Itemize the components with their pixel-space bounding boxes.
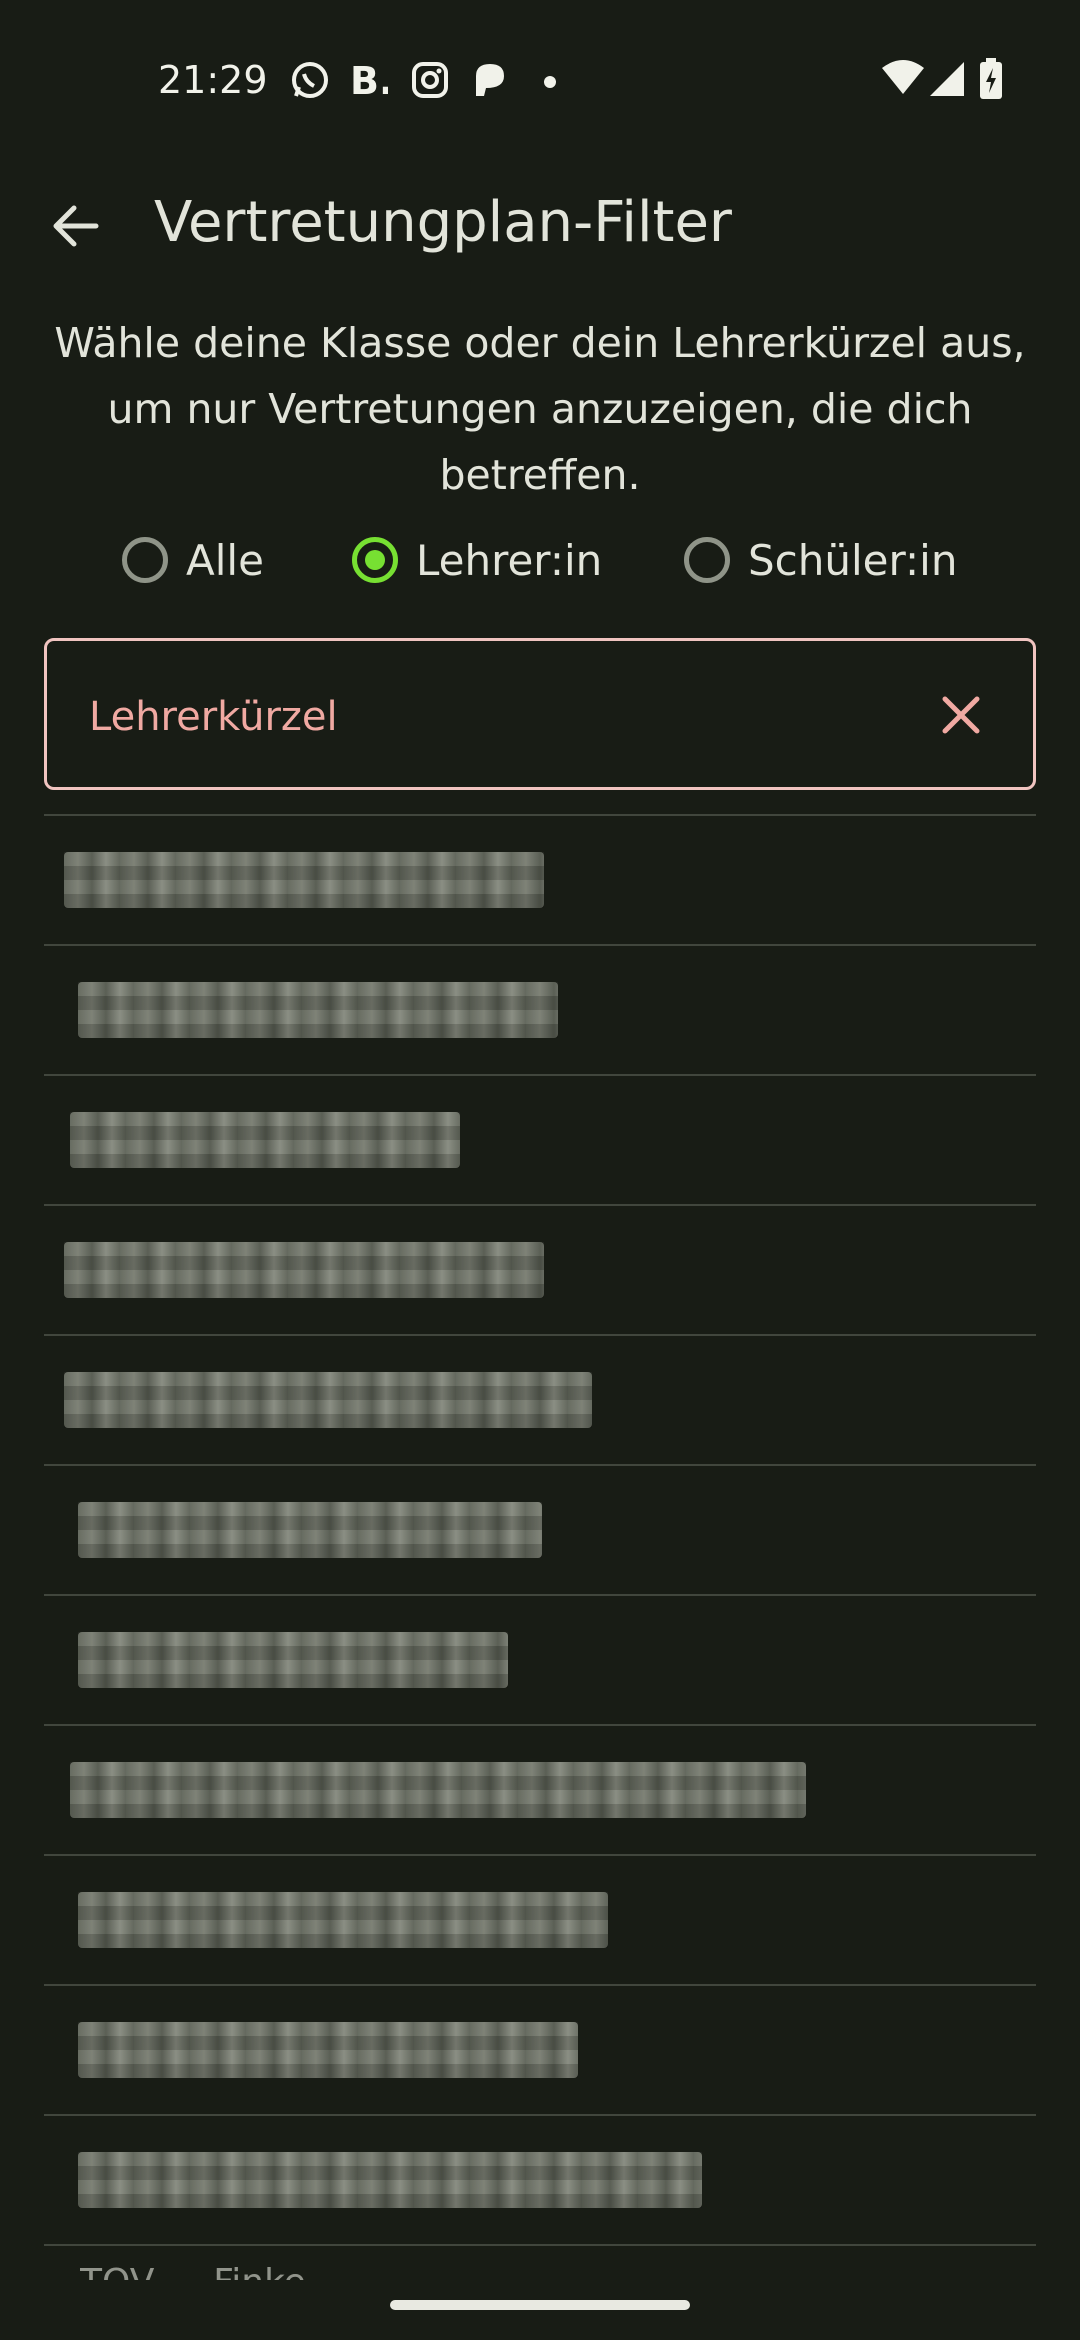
radio-teacher-label: Lehrer:in <box>416 535 603 585</box>
list-item[interactable] <box>44 1724 1036 1854</box>
page-title: Vertretungplan-Filter <box>154 190 732 255</box>
list-item[interactable] <box>44 1204 1036 1334</box>
redacted-text <box>70 1112 460 1168</box>
radio-all-label: Alle <box>186 535 264 585</box>
list-item[interactable] <box>44 2114 1036 2244</box>
filter-radio-group: Alle Lehrer:in Schüler:in <box>0 530 1080 590</box>
instagram-icon <box>412 62 448 98</box>
radio-circle[interactable] <box>684 537 730 583</box>
patreon-icon <box>476 64 504 96</box>
partial-list-item-text: TOV — Finke <box>80 2262 306 2280</box>
signal-icon <box>930 62 964 96</box>
battery-charging-icon <box>980 58 1002 99</box>
list-item[interactable] <box>44 1074 1036 1204</box>
status-time: 21:29 <box>158 58 268 102</box>
redacted-text <box>64 852 544 908</box>
radio-circle-selected[interactable] <box>352 537 398 583</box>
redacted-text <box>78 1892 608 1948</box>
redacted-text <box>64 1242 544 1298</box>
list-item[interactable] <box>44 1854 1036 1984</box>
radio-student[interactable]: Schüler:in <box>684 530 957 590</box>
arrow-back-icon[interactable] <box>44 194 108 258</box>
radio-student-label: Schüler:in <box>748 535 958 585</box>
redacted-text <box>78 1632 508 1688</box>
radio-circle[interactable] <box>122 537 168 583</box>
list-item[interactable] <box>44 1984 1036 2114</box>
redacted-text <box>78 1502 542 1558</box>
redacted-text <box>78 2152 702 2208</box>
whatsapp-icon <box>292 62 328 98</box>
list-item[interactable] <box>44 1594 1036 1724</box>
app-bar: Vertretungplan-Filter <box>0 160 1080 290</box>
list-item[interactable] <box>44 1334 1036 1464</box>
close-icon[interactable] <box>929 683 993 747</box>
list-item[interactable] <box>44 814 1036 944</box>
teacher-code-input[interactable] <box>87 681 911 753</box>
status-bar: 21:29 B. <box>0 0 1080 160</box>
teacher-code-field[interactable] <box>44 638 1036 790</box>
radio-teacher[interactable]: Lehrer:in <box>352 530 602 590</box>
redacted-text <box>78 982 558 1038</box>
redacted-text <box>70 1762 806 1818</box>
list-item[interactable] <box>44 1464 1036 1594</box>
radio-all[interactable]: Alle <box>122 530 264 590</box>
svg-text:B.: B. <box>350 60 388 100</box>
list-item[interactable] <box>44 944 1036 1074</box>
booking-icon: B. <box>350 60 388 100</box>
wifi-icon <box>882 60 924 94</box>
teacher-list <box>44 814 1036 2306</box>
more-dot-icon <box>544 76 556 88</box>
redacted-text <box>78 2022 578 2078</box>
description-text: Wähle deine Klasse oder dein Lehrerkürze… <box>54 319 1026 499</box>
gesture-nav-handle[interactable] <box>390 2300 690 2310</box>
redacted-text <box>64 1372 592 1428</box>
